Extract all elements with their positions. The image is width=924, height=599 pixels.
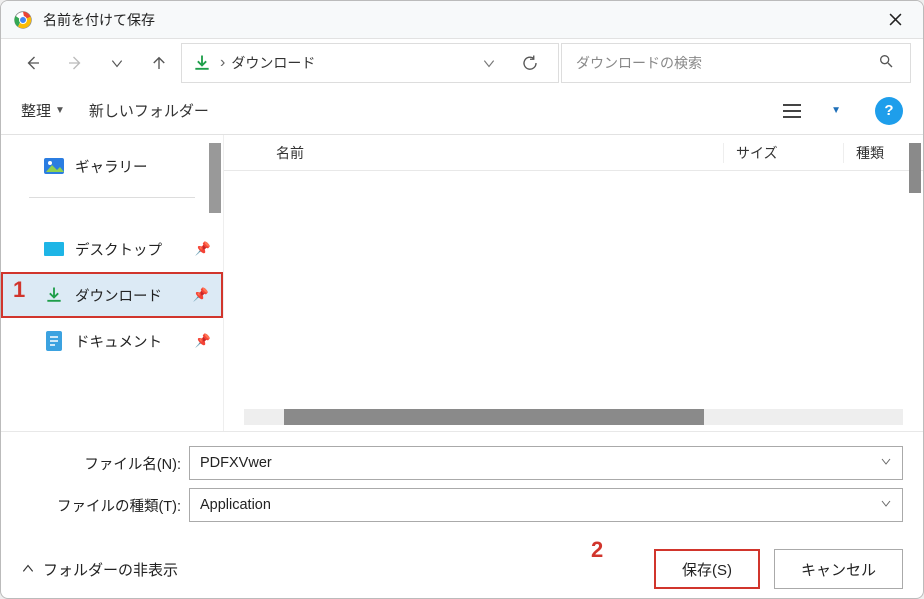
vertical-scrollbar[interactable] <box>907 135 923 431</box>
chevron-down-icon[interactable] <box>880 496 892 514</box>
sidebar-item-downloads[interactable]: ダウンロード 📌 <box>1 272 223 318</box>
forward-button[interactable] <box>55 43 95 83</box>
search-box[interactable] <box>561 43 911 83</box>
filetype-select[interactable]: Application <box>189 488 903 522</box>
sidebar-divider <box>29 197 195 198</box>
column-name[interactable]: 名前 <box>224 143 723 163</box>
sidebar-item-desktop[interactable]: デスクトップ 📌 <box>1 226 223 272</box>
cancel-button[interactable]: キャンセル <box>774 549 903 589</box>
filetype-value: Application <box>200 497 880 513</box>
sidebar-item-gallery[interactable]: ギャラリー <box>1 143 223 189</box>
breadcrumb-separator: › <box>220 54 225 72</box>
chrome-icon <box>13 10 33 30</box>
filename-value: PDFXVwer <box>200 455 880 471</box>
hide-folders-button[interactable]: フォルダーの非表示 <box>21 559 178 580</box>
up-button[interactable] <box>139 43 179 83</box>
search-icon <box>878 53 898 74</box>
sidebar-item-documents[interactable]: ドキュメント 📌 <box>1 318 223 364</box>
column-size[interactable]: サイズ <box>723 143 843 163</box>
view-options-button[interactable] <box>777 103 807 119</box>
filename-input[interactable]: PDFXVwer <box>189 446 903 480</box>
help-button[interactable]: ? <box>875 97 903 125</box>
chevron-down-icon[interactable] <box>880 454 892 472</box>
refresh-button[interactable] <box>510 54 550 72</box>
back-button[interactable] <box>13 43 53 83</box>
filetype-label: ファイルの種類(T): <box>21 495 181 516</box>
main-area: ギャラリー デスクトップ 📌 ダウンロード 📌 ドキュメント 📌 <box>1 135 923 431</box>
address-bar[interactable]: › ダウンロード <box>181 43 559 83</box>
chevron-up-icon <box>21 562 35 576</box>
breadcrumb-folder[interactable]: ダウンロード <box>231 53 468 73</box>
desktop-icon <box>43 238 65 260</box>
document-icon <box>43 330 65 352</box>
save-button[interactable]: 保存(S) <box>654 549 760 589</box>
pin-icon: 📌 <box>195 333 211 349</box>
address-dropdown-icon[interactable] <box>474 56 504 70</box>
file-list[interactable] <box>224 171 923 431</box>
nav-bar: › ダウンロード <box>1 39 923 87</box>
toolbar: 整理 ▼ 新しいフォルダー ▼ ? <box>1 87 923 135</box>
sidebar-item-label: デスクトップ <box>75 239 162 260</box>
gallery-icon <box>43 155 65 177</box>
footer: フォルダーの非表示 保存(S) キャンセル <box>1 540 923 598</box>
hide-folders-label: フォルダーの非表示 <box>43 559 178 580</box>
save-as-dialog: 名前を付けて保存 › ダウンロード 整理 ▼ 新しいフォルダー ▼ ? <box>0 0 924 599</box>
download-icon <box>190 51 214 75</box>
organize-button[interactable]: 整理 ▼ <box>21 100 65 121</box>
pin-icon: 📌 <box>195 241 211 257</box>
filename-label: ファイル名(N): <box>21 453 181 474</box>
sidebar-item-label: ドキュメント <box>75 331 162 352</box>
titlebar: 名前を付けて保存 <box>1 1 923 39</box>
horizontal-scrollbar[interactable] <box>244 409 903 425</box>
column-header: 名前 サイズ 種類 <box>224 135 923 171</box>
sidebar-scrollbar[interactable] <box>207 143 223 213</box>
download-icon <box>43 284 65 306</box>
form-area: ファイル名(N): PDFXVwer ファイルの種類(T): Applicati… <box>1 431 923 540</box>
pin-icon: 📌 <box>193 287 209 303</box>
sidebar-item-label: ギャラリー <box>75 156 148 177</box>
file-pane: 名前 サイズ 種類 <box>223 135 923 431</box>
close-button[interactable] <box>873 2 917 38</box>
sidebar: ギャラリー デスクトップ 📌 ダウンロード 📌 ドキュメント 📌 <box>1 135 223 431</box>
dialog-title: 名前を付けて保存 <box>43 10 873 30</box>
search-input[interactable] <box>574 54 878 72</box>
sidebar-item-label: ダウンロード <box>75 285 162 306</box>
new-folder-button[interactable]: 新しいフォルダー <box>89 100 209 121</box>
recent-button[interactable] <box>97 43 137 83</box>
